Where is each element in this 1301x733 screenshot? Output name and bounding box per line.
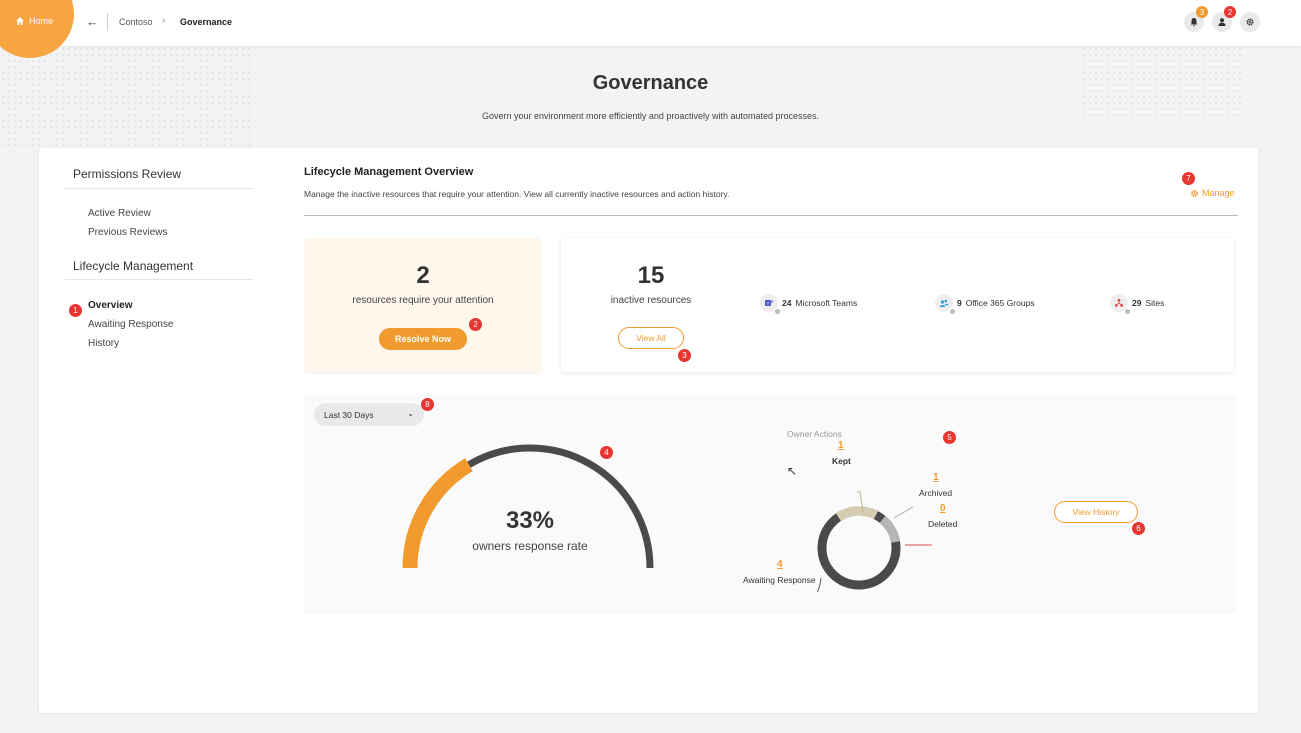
step-badge-2: 2 — [469, 318, 482, 331]
inactive-resources-card: 15 inactive resources View All 3 T 24 Mi… — [561, 238, 1234, 372]
awaiting-label: Awaiting Response — [743, 575, 816, 585]
sidebar-item-previous-reviews[interactable]: Previous Reviews — [88, 227, 167, 238]
home-button[interactable]: Home — [15, 16, 53, 26]
response-rate-gauge — [402, 444, 654, 569]
section-description: Manage the inactive resources that requi… — [304, 189, 730, 199]
step-badge-1: 1 — [69, 304, 82, 317]
sites-label: Sites — [1145, 298, 1165, 308]
inactive-count: 15 — [637, 262, 665, 289]
response-rate-value: 33% — [505, 507, 555, 534]
chevron-right-icon: › — [162, 15, 166, 26]
kept-label: Kept — [832, 456, 851, 466]
user-icon — [1218, 18, 1226, 26]
step-badge-5: 5 — [943, 431, 956, 444]
teams-icon: T — [760, 294, 781, 315]
sidebar-item-awaiting-response[interactable]: Awaiting Response — [88, 319, 173, 330]
bell-icon — [1190, 18, 1198, 27]
kept-count[interactable]: 1 — [838, 440, 844, 451]
notification-count-badge: 3 — [1196, 6, 1208, 18]
view-history-button[interactable]: View History — [1054, 501, 1138, 523]
step-badge-7: 7 — [1182, 172, 1195, 185]
divider — [304, 215, 1238, 216]
back-arrow-icon[interactable]: ← — [86, 14, 99, 29]
attention-count: 2 — [416, 262, 430, 289]
step-badge-8: 8 — [421, 398, 434, 411]
user-button[interactable]: 2 — [1212, 6, 1236, 32]
groups-count: 9 — [957, 298, 962, 308]
sites-count: 29 — [1132, 298, 1142, 308]
stats-card: Last 30 Days ⌄ 8 4 33% owners response r… — [305, 394, 1234, 611]
main-card: Permissions Review Active Review Previou… — [39, 148, 1258, 713]
step-badge-4: 4 — [600, 446, 613, 459]
sidebar-item-active-review[interactable]: Active Review — [88, 208, 151, 219]
sidebar-item-history[interactable]: History — [88, 338, 119, 349]
archived-leader-line — [893, 506, 914, 519]
period-dropdown[interactable]: Last 30 Days ⌄ — [314, 403, 424, 426]
page-subtitle: Govern your environment more efficiently… — [482, 111, 819, 121]
archived-count[interactable]: 1 — [933, 472, 939, 483]
divider — [65, 279, 253, 280]
groups-icon — [935, 294, 956, 315]
top-bar: Home ← Contoso › Governance 3 2 — [0, 0, 1301, 58]
section-title: Lifecycle Management Overview — [304, 166, 474, 178]
notifications-button[interactable]: 3 — [1184, 6, 1208, 32]
groups-resource[interactable]: 9 Office 365 Groups — [935, 294, 1035, 315]
sites-icon — [1110, 294, 1131, 315]
decorative-dots — [0, 46, 250, 146]
breadcrumb-divider — [107, 13, 108, 31]
user-count-badge: 2 — [1224, 6, 1236, 18]
response-rate-label: owners response rate — [472, 539, 588, 553]
groups-label: Office 365 Groups — [965, 298, 1035, 308]
sidebar-item-overview[interactable]: Overview — [88, 300, 132, 311]
owner-actions-donut — [816, 491, 932, 592]
sites-resource[interactable]: 29 Sites — [1110, 294, 1165, 315]
kept-segment — [836, 506, 878, 522]
manage-link[interactable]: Manage — [1190, 188, 1235, 198]
view-all-button[interactable]: View All — [618, 327, 684, 349]
attention-text: resources require your attention — [352, 295, 494, 306]
attention-card: 2 resources require your attention Resol… — [305, 238, 541, 372]
step-badge-3: 3 — [678, 349, 691, 362]
mouse-cursor-icon: ↖ — [787, 464, 798, 478]
archived-segment — [879, 516, 900, 543]
deleted-label: Deleted — [928, 519, 958, 529]
lifecycle-management-heading: Lifecycle Management — [73, 259, 194, 273]
divider — [65, 188, 253, 189]
step-badge-6: 6 — [1132, 522, 1145, 535]
resolve-now-button[interactable]: Resolve Now — [379, 328, 467, 350]
teams-label: Microsoft Teams — [795, 298, 858, 308]
settings-button[interactable] — [1240, 12, 1260, 32]
manage-label: Manage — [1202, 188, 1235, 198]
chevron-down-icon: ⌄ — [407, 409, 414, 418]
deleted-count[interactable]: 0 — [940, 503, 946, 514]
page-title: Governance — [592, 72, 709, 94]
inactive-text: inactive resources — [610, 295, 692, 306]
svg-text:T: T — [767, 301, 770, 306]
awaiting-count[interactable]: 4 — [777, 559, 783, 570]
teams-count: 24 — [782, 298, 792, 308]
teams-resource[interactable]: T 24 Microsoft Teams — [760, 294, 858, 315]
gear-icon — [1246, 18, 1254, 26]
archived-label: Archived — [919, 488, 953, 498]
home-label: Home — [29, 16, 54, 26]
breadcrumb-current: Governance — [180, 17, 233, 27]
gear-icon — [1191, 189, 1198, 197]
permissions-review-heading: Permissions Review — [73, 167, 182, 181]
breadcrumb-contoso[interactable]: Contoso — [119, 17, 153, 27]
home-icon — [16, 17, 24, 25]
period-value: Last 30 Days — [324, 409, 374, 420]
